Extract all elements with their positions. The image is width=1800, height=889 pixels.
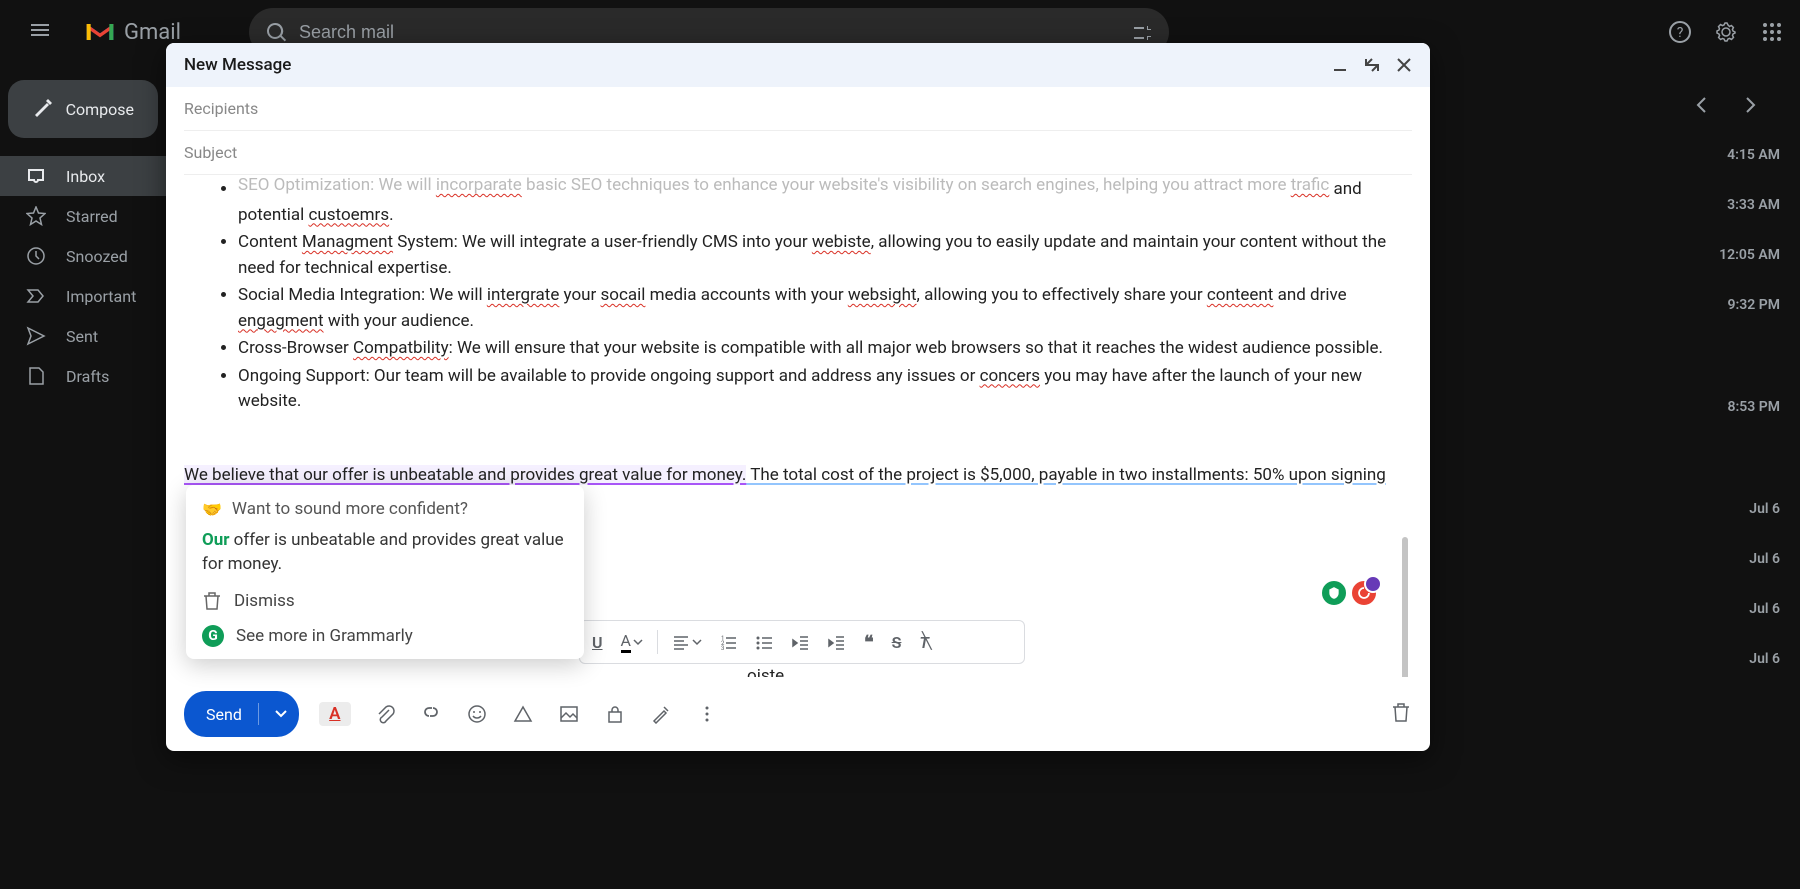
gmail-logo[interactable]: Gmail bbox=[84, 16, 181, 48]
help-icon[interactable]: ? bbox=[1668, 20, 1692, 44]
sidebar-item-label: Sent bbox=[66, 327, 98, 346]
mail-time[interactable]: Jul 6 bbox=[1672, 484, 1792, 534]
gmail-m-icon bbox=[84, 16, 116, 48]
search-options-icon[interactable] bbox=[1131, 21, 1153, 43]
body-bullet: Cross-Browser Compatbility: We will ensu… bbox=[238, 336, 1412, 362]
discard-draft-icon[interactable] bbox=[1390, 701, 1412, 727]
send-label: Send bbox=[206, 705, 242, 724]
body-bullet: SEO Optimization: We will incorparate ba… bbox=[238, 177, 1412, 228]
insert-drive-icon[interactable] bbox=[511, 702, 535, 726]
bulleted-list-button[interactable] bbox=[752, 629, 778, 655]
hamburger-menu-icon[interactable] bbox=[16, 6, 64, 58]
dismiss-label: Dismiss bbox=[234, 591, 295, 611]
mail-time[interactable]: Jul 6 bbox=[1672, 534, 1792, 584]
insert-emoji-icon[interactable] bbox=[465, 702, 489, 726]
underline-button[interactable]: U bbox=[588, 629, 607, 656]
search-icon bbox=[265, 21, 287, 43]
inbox-icon bbox=[26, 166, 46, 186]
more-options-icon[interactable] bbox=[695, 702, 719, 726]
sidebar-item-label: Drafts bbox=[66, 367, 109, 386]
indent-less-button[interactable] bbox=[788, 629, 814, 655]
svg-text:?: ? bbox=[1677, 25, 1684, 41]
handshake-icon: 🤝 bbox=[202, 500, 222, 519]
minimize-icon[interactable] bbox=[1332, 57, 1348, 73]
indent-more-button[interactable] bbox=[824, 629, 850, 655]
body-bullet: Social Media Integration: We will interg… bbox=[238, 283, 1412, 334]
clock-icon bbox=[26, 246, 46, 266]
seemore-label: See more in Grammarly bbox=[236, 626, 413, 646]
star-icon bbox=[26, 206, 46, 226]
mail-time[interactable]: 12:05 AM bbox=[1672, 230, 1792, 280]
sidebar-item-label: Starred bbox=[66, 207, 118, 226]
popout-icon[interactable] bbox=[1364, 57, 1380, 73]
mail-time[interactable]: 9:32 PM bbox=[1672, 280, 1792, 330]
mail-time[interactable]: Jul 6 bbox=[1672, 634, 1792, 684]
grammarly-g-icon: G bbox=[202, 625, 224, 647]
strikethrough-button[interactable]: S bbox=[888, 629, 906, 656]
mail-time[interactable]: 3:33 AM bbox=[1672, 180, 1792, 230]
close-icon[interactable] bbox=[1396, 57, 1412, 73]
grammarly-status-icon[interactable] bbox=[1350, 579, 1378, 607]
grammarly-tone-icon[interactable] bbox=[1320, 579, 1348, 607]
attach-file-icon[interactable] bbox=[373, 702, 397, 726]
compose-title: New Message bbox=[184, 55, 291, 75]
search-input[interactable] bbox=[299, 22, 1131, 43]
formatting-options-icon[interactable]: A bbox=[319, 702, 351, 726]
recipients-field[interactable]: Recipients bbox=[184, 87, 1412, 131]
drafts-icon bbox=[26, 366, 46, 386]
mail-time[interactable]: 4:15 AM bbox=[1672, 130, 1792, 180]
body-fragment: oiste. bbox=[747, 664, 789, 677]
grammarly-suggestion-popup: 🤝 Want to sound more confident? Our offe… bbox=[186, 485, 584, 659]
compose-header[interactable]: New Message bbox=[166, 43, 1430, 87]
scrollbar[interactable] bbox=[1402, 537, 1408, 677]
numbered-list-button[interactable]: 123 bbox=[716, 629, 742, 655]
insert-link-icon[interactable] bbox=[419, 702, 443, 726]
trash-icon bbox=[202, 591, 222, 611]
quote-button[interactable]: ❝ bbox=[860, 628, 878, 657]
text-color-button[interactable]: A bbox=[617, 627, 647, 657]
mail-time[interactable]: 8:53 PM bbox=[1672, 382, 1792, 432]
send-button[interactable]: Send bbox=[184, 691, 299, 737]
grammarly-seemore-button[interactable]: G See more in Grammarly bbox=[202, 625, 568, 647]
compose-label: Compose bbox=[66, 100, 134, 119]
chevron-down-icon bbox=[692, 637, 702, 647]
mail-time[interactable]: Jul 6 bbox=[1672, 584, 1792, 634]
align-button[interactable] bbox=[668, 629, 706, 655]
pencil-icon bbox=[32, 98, 52, 120]
apps-grid-icon[interactable] bbox=[1760, 20, 1784, 44]
send-icon bbox=[26, 326, 46, 346]
formatting-toolbar: U A 123 ❝ S T╲ bbox=[579, 620, 1025, 664]
settings-gear-icon[interactable] bbox=[1714, 20, 1738, 44]
svg-text:3: 3 bbox=[721, 645, 724, 651]
grammarly-header: 🤝 Want to sound more confident? bbox=[202, 499, 568, 519]
sidebar-item-label: Snoozed bbox=[66, 247, 128, 266]
sidebar-item-label: Inbox bbox=[66, 167, 105, 186]
grammarly-badges[interactable] bbox=[1320, 579, 1378, 607]
confidential-mode-icon[interactable] bbox=[603, 702, 627, 726]
insert-photo-icon[interactable] bbox=[557, 702, 581, 726]
sidebar-item-label: Important bbox=[66, 287, 136, 306]
send-more-icon[interactable] bbox=[275, 708, 287, 720]
grammarly-dismiss-button[interactable]: Dismiss bbox=[202, 591, 568, 611]
subject-field[interactable]: Subject bbox=[184, 131, 1412, 175]
insert-signature-icon[interactable] bbox=[649, 702, 673, 726]
chevron-down-icon bbox=[633, 637, 643, 647]
compose-footer: Send A bbox=[166, 677, 1430, 751]
remove-formatting-button[interactable]: T╲ bbox=[915, 629, 944, 656]
compose-button[interactable]: Compose bbox=[8, 80, 158, 138]
grammarly-suggestion[interactable]: Our offer is unbeatable and provides gre… bbox=[202, 529, 568, 577]
grammarly-header-text: Want to sound more confident? bbox=[232, 499, 468, 519]
body-bullet: Content Managment System: We will integr… bbox=[238, 230, 1412, 281]
body-bullet: Ongoing Support: Our team will be availa… bbox=[238, 364, 1412, 415]
important-icon bbox=[26, 286, 46, 306]
gmail-text: Gmail bbox=[124, 20, 181, 45]
